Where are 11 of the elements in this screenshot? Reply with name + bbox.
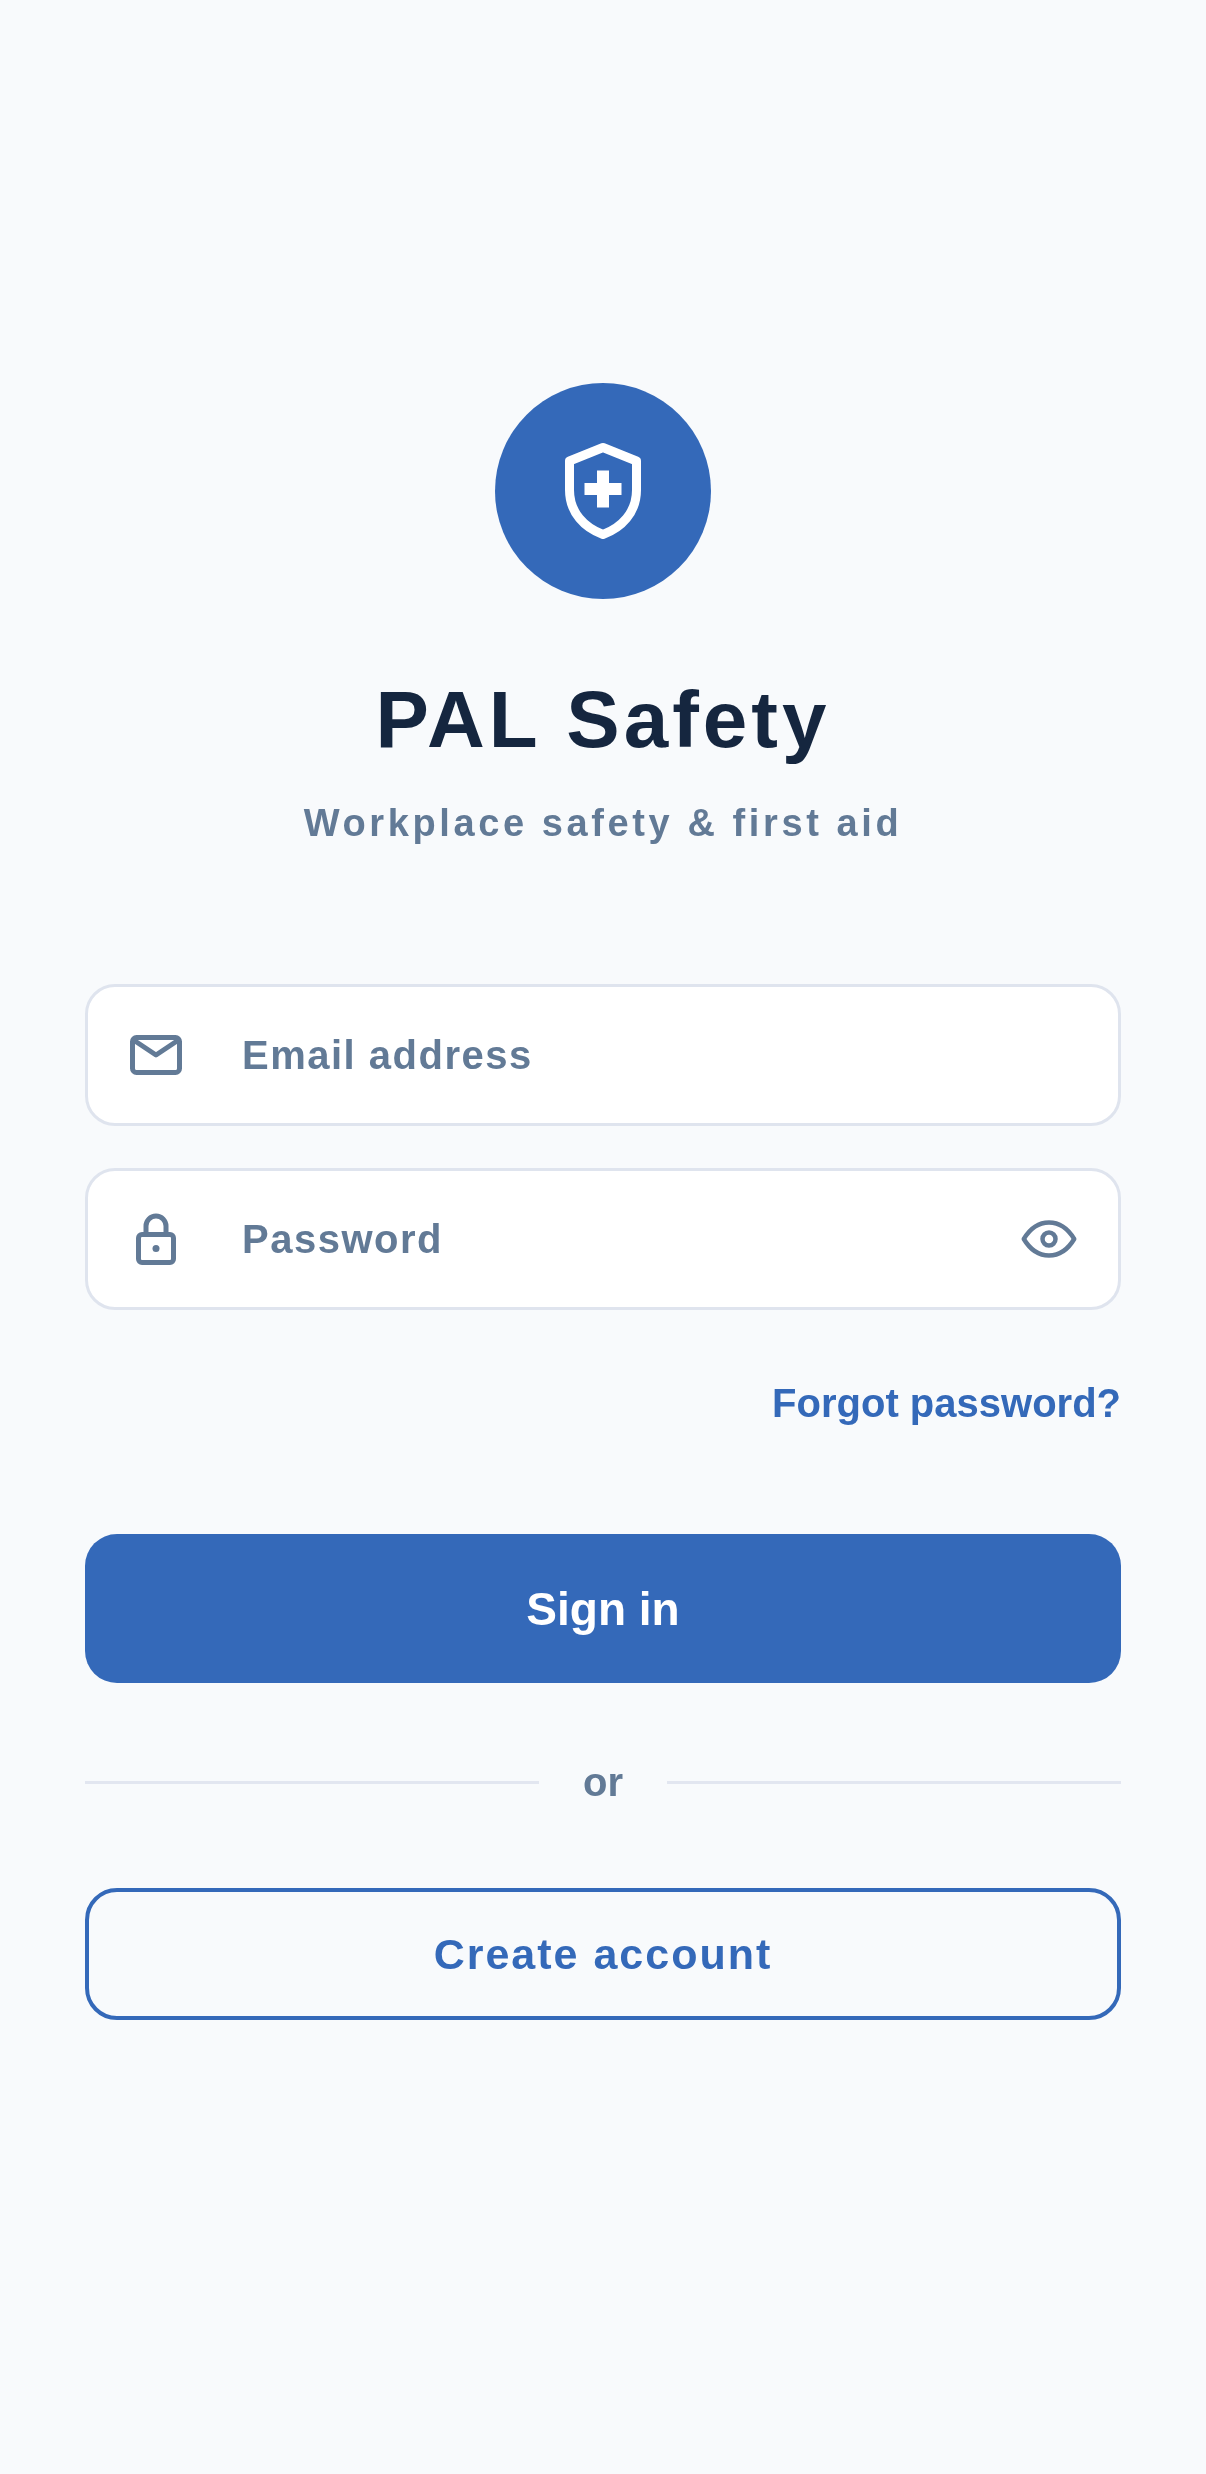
create-account-button[interactable]: Create account xyxy=(85,1888,1121,2020)
forgot-password-link[interactable]: Forgot password? xyxy=(772,1383,1121,1423)
password-field[interactable]: Password xyxy=(85,1168,1121,1310)
eye-icon[interactable] xyxy=(1021,1220,1077,1258)
app-subtitle: Workplace safety & first aid xyxy=(303,804,903,842)
divider-label: or xyxy=(583,1762,623,1802)
sign-in-button[interactable]: Sign in xyxy=(85,1534,1121,1683)
lock-icon xyxy=(136,1213,176,1265)
shield-plus-icon xyxy=(495,383,711,599)
email-field[interactable]: Email address xyxy=(85,984,1121,1126)
mail-icon xyxy=(130,1035,182,1075)
